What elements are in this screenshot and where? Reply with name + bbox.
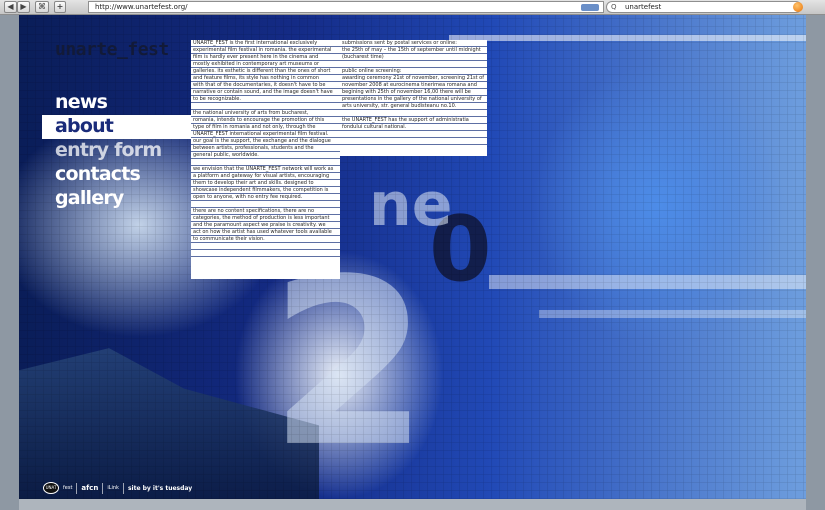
text-line: to communicate their vision. <box>191 236 340 243</box>
forward-button[interactable]: ▶ <box>17 1 30 13</box>
bookmarks-button[interactable]: ⌘ <box>35 1 49 13</box>
nav-news[interactable]: news <box>42 91 212 115</box>
ilink-logo[interactable]: iLink <box>107 485 119 491</box>
back-icon: ◀ <box>7 2 14 11</box>
text-line: begining with 25th of november 16,00 the… <box>340 89 487 96</box>
text-line: the national university of arts from buc… <box>191 110 340 117</box>
text-line: open to anyone, with no entry fee requir… <box>191 194 340 201</box>
address-bar[interactable]: http://www.unartefest.org/ <box>88 1 604 13</box>
page-viewport: 2 0 ne unarte_fest news about entry form… <box>0 15 825 510</box>
footer-divider <box>122 482 124 494</box>
text-line: (bucharest time) <box>340 54 487 61</box>
text-line: public online screening: <box>340 68 487 75</box>
text-line: the UNARTE_FEST has the support of admin… <box>340 117 487 124</box>
back-button[interactable]: ◀ <box>4 1 17 13</box>
afcn-logo[interactable]: afcn <box>81 484 98 492</box>
text-line: general public, worldwide. <box>191 152 340 159</box>
snapback-icon[interactable] <box>793 2 803 12</box>
text-line: mostly exhibited in contemporary art mus… <box>191 61 340 68</box>
text-line: UNARTE_FEST international experimental f… <box>191 131 340 138</box>
nav-about[interactable]: about <box>42 115 192 139</box>
text-line: there are no content specifications, the… <box>191 208 340 215</box>
text-line: arts university, str. general budisteanu… <box>340 103 487 110</box>
text-line: the 25th of may – the 15th of september … <box>340 47 487 54</box>
text-line: to be recognizable. <box>191 96 340 103</box>
forward-icon: ▶ <box>20 2 27 11</box>
text-line: fondului cultural national. <box>340 124 487 131</box>
text-line: and the paramount aspect we praise is cr… <box>191 222 340 229</box>
text-line: and feature films, its style has nothing… <box>191 75 340 82</box>
text-line: romania, intends to encourage the promot… <box>191 117 340 124</box>
nav-entry-form[interactable]: entry form <box>42 139 212 163</box>
footer-credit[interactable]: site by it's tuesday <box>128 485 192 492</box>
text-line <box>191 201 340 208</box>
unat-logo[interactable]: UNAT <box>43 482 59 494</box>
text-line: galleries. its esthetic is different tha… <box>191 68 340 75</box>
main-nav: news about entry form contacts gallery <box>42 91 212 211</box>
text-line <box>340 61 487 68</box>
text-line: act on how the artist has used whatever … <box>191 229 340 236</box>
text-line <box>191 159 340 166</box>
text-line <box>191 243 340 250</box>
text-line: a platform and gateway for visual artist… <box>191 173 340 180</box>
nav-contacts[interactable]: contacts <box>42 163 212 187</box>
footer: UNAT fest afcn iLink site by it's tuesda… <box>43 480 192 496</box>
text-line: between artists, professionals, students… <box>191 145 340 152</box>
text-line: UNARTE_FEST is the first international e… <box>191 40 340 47</box>
rss-icon[interactable] <box>581 4 599 11</box>
text-line: november 2008 at eurocinema tinerimea ro… <box>340 82 487 89</box>
text-line: awarding ceremony 21st of november, scre… <box>340 75 487 82</box>
search-query: unartefest <box>625 3 662 11</box>
text-line: experimental film festival in romania. t… <box>191 47 340 54</box>
text-line: them to develop their art and skills. de… <box>191 180 340 187</box>
text-line: categories, the method of production is … <box>191 215 340 222</box>
text-line: presentations in the gallery of the nati… <box>340 96 487 103</box>
url-text: http://www.unartefest.org/ <box>95 3 188 11</box>
text-line <box>340 138 487 145</box>
about-text-column: UNARTE_FEST is the first international e… <box>191 40 340 279</box>
text-line: our goal is the support, the exchange an… <box>191 138 340 145</box>
text-line: showcase independent filmmakers, the com… <box>191 187 340 194</box>
horizontal-scrollbar[interactable] <box>19 499 806 510</box>
footer-divider <box>102 482 104 494</box>
unat-logo-suffix: fest <box>63 485 73 491</box>
info-text-column: submissions sent by postal services or o… <box>340 40 487 156</box>
site-logo[interactable]: unarte_fest <box>55 39 169 60</box>
text-line <box>340 110 487 117</box>
text-line <box>340 131 487 138</box>
add-icon: + <box>56 2 64 11</box>
text-line: with that of the documentaries, it doesn… <box>191 82 340 89</box>
text-line: type of film in romania and not only, th… <box>191 124 340 131</box>
add-bookmark-button[interactable]: + <box>54 1 66 13</box>
nav-gallery[interactable]: gallery <box>42 187 212 211</box>
text-line <box>191 103 340 110</box>
footer-divider <box>76 482 78 494</box>
text-line <box>191 250 340 257</box>
text-line: submissions sent by postal services or o… <box>340 40 487 47</box>
text-line: film is hardly ever present here in the … <box>191 54 340 61</box>
search-field[interactable]: Q unartefest <box>606 1 802 13</box>
text-line: we envision that the UNARTE_FEST network… <box>191 166 340 173</box>
search-icon: Q <box>611 3 617 11</box>
browser-toolbar: ◀ ▶ ⌘ + http://www.unartefest.org/ Q una… <box>0 0 825 15</box>
bookmarks-icon: ⌘ <box>38 2 46 11</box>
site-canvas: 2 0 ne unarte_fest news about entry form… <box>19 15 806 499</box>
text-line: narrative or contain sound, and the imag… <box>191 89 340 96</box>
